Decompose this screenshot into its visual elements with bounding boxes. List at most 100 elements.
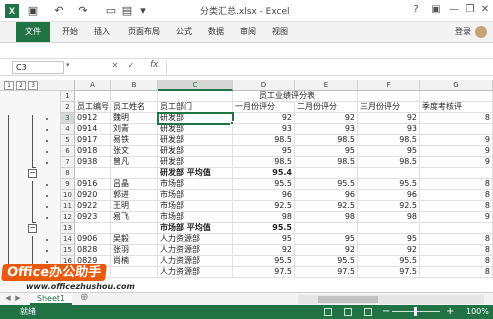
cell-g2[interactable]: 季度考核评: [420, 102, 493, 113]
cell-a1[interactable]: [75, 91, 111, 102]
cell-c11[interactable]: 市场部: [158, 201, 233, 212]
redo-icon[interactable]: ↷: [76, 3, 90, 19]
cell-g14[interactable]: 8: [420, 234, 493, 245]
cell-c14[interactable]: 人力资源部: [158, 234, 233, 245]
login-link[interactable]: 登录: [455, 22, 471, 42]
cell-e12[interactable]: 98: [295, 212, 358, 223]
name-box-dropdown-icon[interactable]: ▾: [66, 61, 70, 69]
row-header-1[interactable]: 1: [61, 91, 75, 102]
cell-c3[interactable]: 研发部: [157, 112, 234, 125]
cell-a8[interactable]: [75, 168, 111, 179]
cell-a2[interactable]: 员工编号: [75, 102, 111, 113]
scrollbar-thumb[interactable]: [318, 296, 378, 303]
tab-review[interactable]: 审阅: [236, 22, 260, 42]
cell-d12[interactable]: 98: [233, 212, 295, 223]
cell-e7[interactable]: 98.5: [295, 157, 358, 168]
column-header-e[interactable]: E: [295, 80, 358, 91]
row-header-15[interactable]: 15: [61, 245, 75, 256]
save-icon[interactable]: ▣: [26, 3, 40, 19]
cell-f9[interactable]: 95.5: [358, 179, 420, 190]
cell-a15[interactable]: 0828: [75, 245, 111, 256]
cell-g3[interactable]: 8: [420, 113, 493, 124]
tab-view[interactable]: 视图: [268, 22, 292, 42]
cell-b7[interactable]: 曾凡: [111, 157, 158, 168]
cell-g15[interactable]: 8: [420, 245, 493, 256]
cell-g4[interactable]: [420, 124, 493, 135]
row-header-7[interactable]: 7: [61, 157, 75, 168]
cell-e16[interactable]: 95.5: [295, 256, 358, 267]
cell-e10[interactable]: 96: [295, 190, 358, 201]
row-header-2[interactable]: 2: [61, 102, 75, 113]
cell-f14[interactable]: 95: [358, 234, 420, 245]
cancel-icon[interactable]: ✕: [110, 61, 120, 70]
insert-function-button[interactable]: fx: [150, 60, 159, 70]
cell-d17[interactable]: 97.5: [233, 267, 295, 278]
cell-b11[interactable]: 王明: [111, 201, 158, 212]
tab-page-layout[interactable]: 页面布局: [124, 22, 164, 42]
cell-e15[interactable]: 92: [295, 245, 358, 256]
row-header-3[interactable]: 3: [61, 113, 75, 124]
cell-e4[interactable]: 93: [295, 124, 358, 135]
cell-b1[interactable]: [111, 91, 158, 102]
cell-c13[interactable]: 市场部 平均值: [158, 223, 233, 234]
cell-a10[interactable]: 0920: [75, 190, 111, 201]
cell-e8[interactable]: [295, 168, 358, 179]
cell-b6[interactable]: 张文: [111, 146, 158, 157]
cell-b12[interactable]: 易飞: [111, 212, 158, 223]
cell-d13[interactable]: 95.5: [233, 223, 295, 234]
cell-d9[interactable]: 95.5: [233, 179, 295, 190]
new-sheet-icon[interactable]: ⊕: [80, 292, 88, 303]
cell-f2[interactable]: 三月份评分: [358, 102, 420, 113]
smiley-feedback-icon[interactable]: [475, 26, 487, 38]
cell-f15[interactable]: 92: [358, 245, 420, 256]
cell-c12[interactable]: 市场部: [158, 212, 233, 223]
cell-d5[interactable]: 98.5: [233, 135, 295, 146]
cell-f12[interactable]: 98: [358, 212, 420, 223]
cell-c1[interactable]: [158, 91, 233, 102]
cell-g12[interactable]: 9: [420, 212, 493, 223]
sheet-tab-active[interactable]: Sheet1: [30, 293, 72, 305]
cell-a5[interactable]: 0917: [75, 135, 111, 146]
cell-d8[interactable]: 95.4: [233, 168, 295, 179]
column-header-g[interactable]: G: [420, 80, 493, 91]
column-header-b[interactable]: B: [111, 80, 158, 91]
row-header-10[interactable]: 10: [61, 190, 75, 201]
cell-c4[interactable]: 研发部: [158, 124, 233, 135]
column-header-c[interactable]: C: [158, 80, 233, 91]
cell-b5[interactable]: 易铁: [111, 135, 158, 146]
cell-f1[interactable]: [358, 91, 420, 102]
tab-home[interactable]: 开始: [58, 22, 82, 42]
cell-g16[interactable]: 8: [420, 256, 493, 267]
cell-c10[interactable]: 市场部: [158, 190, 233, 201]
cell-c15[interactable]: 人力资源部: [158, 245, 233, 256]
cell-f13[interactable]: [358, 223, 420, 234]
cell-f3[interactable]: 92: [358, 113, 420, 124]
horizontal-scrollbar[interactable]: [298, 295, 484, 304]
cell-f10[interactable]: 96: [358, 190, 420, 201]
normal-view-icon[interactable]: [324, 308, 332, 316]
close-button[interactable]: ✕: [477, 2, 493, 18]
cell-d11[interactable]: 92.5: [233, 201, 295, 212]
zoom-in-button[interactable]: +: [446, 305, 454, 318]
help-button[interactable]: ?: [408, 2, 424, 18]
column-header-f[interactable]: F: [358, 80, 420, 91]
cell-d16[interactable]: 95.5: [233, 256, 295, 267]
formula-input[interactable]: [166, 61, 482, 74]
cell-b8[interactable]: [111, 168, 158, 179]
minimize-button[interactable]: —: [446, 2, 462, 18]
enter-icon[interactable]: ✓: [126, 61, 136, 70]
tab-insert[interactable]: 插入: [90, 22, 114, 42]
open-folder-icon[interactable]: ▭: [104, 3, 118, 19]
cell-e13[interactable]: [295, 223, 358, 234]
row-header-11[interactable]: 11: [61, 201, 75, 212]
row-header-6[interactable]: 6: [61, 146, 75, 157]
cell-e6[interactable]: 95: [295, 146, 358, 157]
collapse-group-button[interactable]: −: [28, 224, 37, 233]
outline-level-3-button[interactable]: 3: [28, 81, 38, 90]
cell-a9[interactable]: 0916: [75, 179, 111, 190]
cell-d10[interactable]: 96: [233, 190, 295, 201]
cell-d4[interactable]: 93: [233, 124, 295, 135]
column-header-a[interactable]: A: [75, 80, 111, 91]
ribbon-display-icon[interactable]: ▣: [428, 2, 444, 18]
tab-data[interactable]: 数据: [204, 22, 228, 42]
